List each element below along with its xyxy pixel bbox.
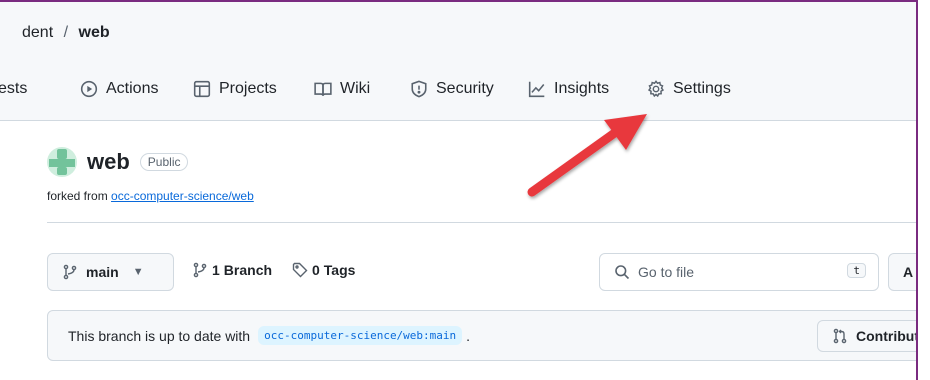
tab-insights[interactable]: Insights	[528, 80, 609, 98]
breadcrumb-repo[interactable]: web	[79, 24, 110, 41]
tab-label: Wiki	[340, 80, 371, 97]
pull-request-icon	[833, 328, 847, 344]
upstream-ref[interactable]: occ-computer-science/web:main	[258, 326, 463, 345]
repo-header: dent / web ests Actions Projects Wiki Se…	[0, 2, 916, 121]
visibility-badge: Public	[139, 153, 189, 171]
tab-actions[interactable]: Actions	[80, 80, 158, 98]
tag-icon	[292, 262, 308, 278]
branches-link[interactable]: 1 Branch	[192, 262, 276, 278]
tab-label: Settings	[673, 80, 731, 97]
tab-security[interactable]: Security	[410, 80, 494, 98]
branch-status-bar: This branch is up to date with occ-compu…	[47, 310, 916, 361]
git-branch-icon	[63, 264, 77, 280]
avatar[interactable]	[47, 147, 77, 177]
play-circle-icon	[80, 80, 98, 98]
gear-icon	[647, 80, 665, 98]
tab-label: Security	[436, 80, 494, 97]
keyboard-shortcut-badge: t	[847, 263, 866, 278]
contribute-button[interactable]: Contribute	[817, 320, 916, 352]
tab-label: Insights	[554, 80, 610, 97]
tab-label: Projects	[219, 80, 277, 97]
annotation-arrow	[527, 114, 647, 197]
git-branch-icon	[193, 262, 207, 278]
forked-from-note: forked from occ-computer-science/web	[47, 189, 254, 203]
divider	[47, 222, 916, 223]
tab-label: ests	[0, 80, 28, 97]
branch-name: main	[86, 264, 119, 280]
tab-projects[interactable]: Projects	[193, 80, 277, 98]
tags-link[interactable]: 0 Tags	[292, 262, 359, 278]
contribute-label: Contribute	[856, 328, 916, 344]
repo-content: web Public forked from occ-computer-scie…	[0, 121, 916, 380]
tab-wiki[interactable]: Wiki	[314, 80, 370, 98]
tab-label: Actions	[106, 80, 159, 97]
screenshot-frame: dent / web ests Actions Projects Wiki Se…	[0, 0, 918, 380]
search-icon	[615, 265, 630, 280]
add-file-label: A	[903, 264, 914, 280]
graph-icon	[528, 81, 545, 98]
repo-name[interactable]: web	[87, 149, 130, 175]
breadcrumb-owner[interactable]: dent	[22, 24, 53, 41]
tab-pull-requests[interactable]: ests	[0, 80, 27, 98]
search-placeholder: Go to file	[638, 264, 695, 280]
repo-title-row: web Public	[47, 147, 189, 177]
shield-icon	[411, 80, 427, 98]
book-icon	[314, 82, 332, 96]
tags-label: Tags	[323, 262, 356, 278]
tags-count: 0	[312, 262, 320, 278]
add-file-button[interactable]: A	[888, 253, 916, 291]
branches-label: Branch	[223, 262, 273, 278]
tab-settings[interactable]: Settings	[647, 80, 731, 98]
chevron-down-icon: ▼	[132, 266, 144, 278]
table-icon	[193, 80, 211, 98]
branch-selector-button[interactable]: main ▼	[47, 253, 174, 291]
status-suffix: .	[466, 327, 471, 344]
breadcrumb-separator: /	[63, 24, 69, 41]
breadcrumb: dent / web	[22, 24, 110, 42]
status-text: This branch is up to date with	[68, 327, 251, 344]
go-to-file-input[interactable]: Go to file t	[599, 253, 879, 291]
forked-prefix: forked from	[47, 189, 108, 203]
forked-source-link[interactable]: occ-computer-science/web	[111, 189, 254, 203]
branches-count: 1	[212, 262, 220, 278]
